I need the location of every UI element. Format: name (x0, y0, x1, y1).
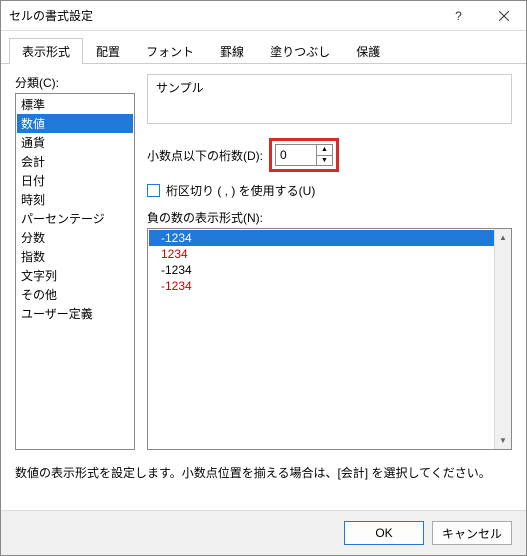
negative-list[interactable]: -1234 1234 -1234 -1234 ▲ ▼ (147, 228, 512, 450)
list-item[interactable]: 標準 (17, 95, 133, 114)
category-column: 分類(C): 標準 数値 通貨 会計 日付 時刻 パーセンテージ 分数 指数 文… (15, 74, 135, 450)
category-list[interactable]: 標準 数値 通貨 会計 日付 時刻 パーセンテージ 分数 指数 文字列 その他 … (15, 93, 135, 450)
list-item[interactable]: 1234 (149, 246, 510, 262)
cancel-button[interactable]: キャンセル (432, 521, 512, 545)
separator-label: 桁区切り ( , ) を使用する(U) (166, 182, 315, 199)
help-icon: ? (455, 9, 462, 23)
separator-row: 桁区切り ( , ) を使用する(U) (147, 182, 512, 199)
ok-button[interactable]: OK (344, 521, 424, 545)
list-item[interactable]: 分数 (17, 228, 133, 247)
list-item[interactable]: 会計 (17, 152, 133, 171)
tab-fill[interactable]: 塗りつぶし (257, 38, 343, 64)
decimal-spinner: ▲ ▼ (275, 144, 333, 166)
highlight-box: ▲ ▼ (269, 138, 339, 172)
main-row: 分類(C): 標準 数値 通貨 会計 日付 時刻 パーセンテージ 分数 指数 文… (15, 74, 512, 450)
list-item[interactable]: その他 (17, 285, 133, 304)
sample-box: サンプル (147, 74, 512, 124)
list-item[interactable]: 数値 (17, 114, 133, 133)
list-item[interactable]: パーセンテージ (17, 209, 133, 228)
button-label: キャンセル (442, 525, 502, 542)
window-title: セルの書式設定 (9, 7, 436, 24)
decimal-label: 小数点以下の桁数(D): (147, 147, 263, 164)
tab-protection[interactable]: 保護 (343, 38, 393, 64)
tab-number-format[interactable]: 表示形式 (9, 38, 83, 64)
tab-alignment[interactable]: 配置 (83, 38, 133, 64)
tab-label: 保護 (356, 45, 380, 59)
separator-checkbox[interactable] (147, 184, 160, 197)
scroll-down-icon[interactable]: ▼ (495, 432, 511, 449)
scroll-up-icon[interactable]: ▲ (495, 229, 511, 246)
negative-label: 負の数の表示形式(N): (147, 209, 512, 226)
options-column: サンプル 小数点以下の桁数(D): ▲ ▼ (147, 74, 512, 450)
spinner-arrows: ▲ ▼ (316, 145, 332, 165)
dialog-cell-format: セルの書式設定 ? 表示形式 配置 フォント 罫線 塗りつぶし 保護 分類(C)… (0, 0, 527, 556)
spinner-down[interactable]: ▼ (317, 156, 332, 166)
decimal-row: 小数点以下の桁数(D): ▲ ▼ (147, 138, 512, 172)
scroll-track[interactable] (495, 246, 511, 432)
titlebar: セルの書式設定 ? (1, 1, 526, 31)
close-icon (499, 11, 509, 21)
tab-label: 配置 (96, 45, 120, 59)
tab-font[interactable]: フォント (133, 38, 207, 64)
tabstrip: 表示形式 配置 フォント 罫線 塗りつぶし 保護 (1, 31, 526, 64)
spinner-up[interactable]: ▲ (317, 145, 332, 156)
tab-label: フォント (146, 45, 194, 59)
tab-label: 表示形式 (22, 45, 70, 59)
dialog-footer: OK キャンセル (1, 510, 526, 555)
list-item[interactable]: 通貨 (17, 133, 133, 152)
tab-label: 塗りつぶし (270, 45, 330, 59)
description-text: 数値の表示形式を設定します。小数点位置を揃える場合は、[会計] を選択してくださ… (15, 464, 512, 500)
tab-border[interactable]: 罫線 (207, 38, 257, 64)
list-item[interactable]: -1234 (149, 278, 510, 294)
list-item[interactable]: 日付 (17, 171, 133, 190)
list-item[interactable]: -1234 (149, 230, 510, 246)
list-item[interactable]: 時刻 (17, 190, 133, 209)
button-label: OK (375, 526, 392, 540)
help-button[interactable]: ? (436, 1, 481, 31)
sample-label: サンプル (156, 79, 503, 96)
tab-label: 罫線 (220, 45, 244, 59)
list-item[interactable]: ユーザー定義 (17, 304, 133, 323)
category-label: 分類(C): (15, 74, 135, 91)
decimal-input[interactable] (276, 145, 316, 165)
scrollbar[interactable]: ▲ ▼ (494, 229, 511, 449)
close-button[interactable] (481, 1, 526, 31)
list-item[interactable]: 文字列 (17, 266, 133, 285)
tab-content: 分類(C): 標準 数値 通貨 会計 日付 時刻 パーセンテージ 分数 指数 文… (1, 64, 526, 510)
list-item[interactable]: 指数 (17, 247, 133, 266)
list-item[interactable]: -1234 (149, 262, 510, 278)
